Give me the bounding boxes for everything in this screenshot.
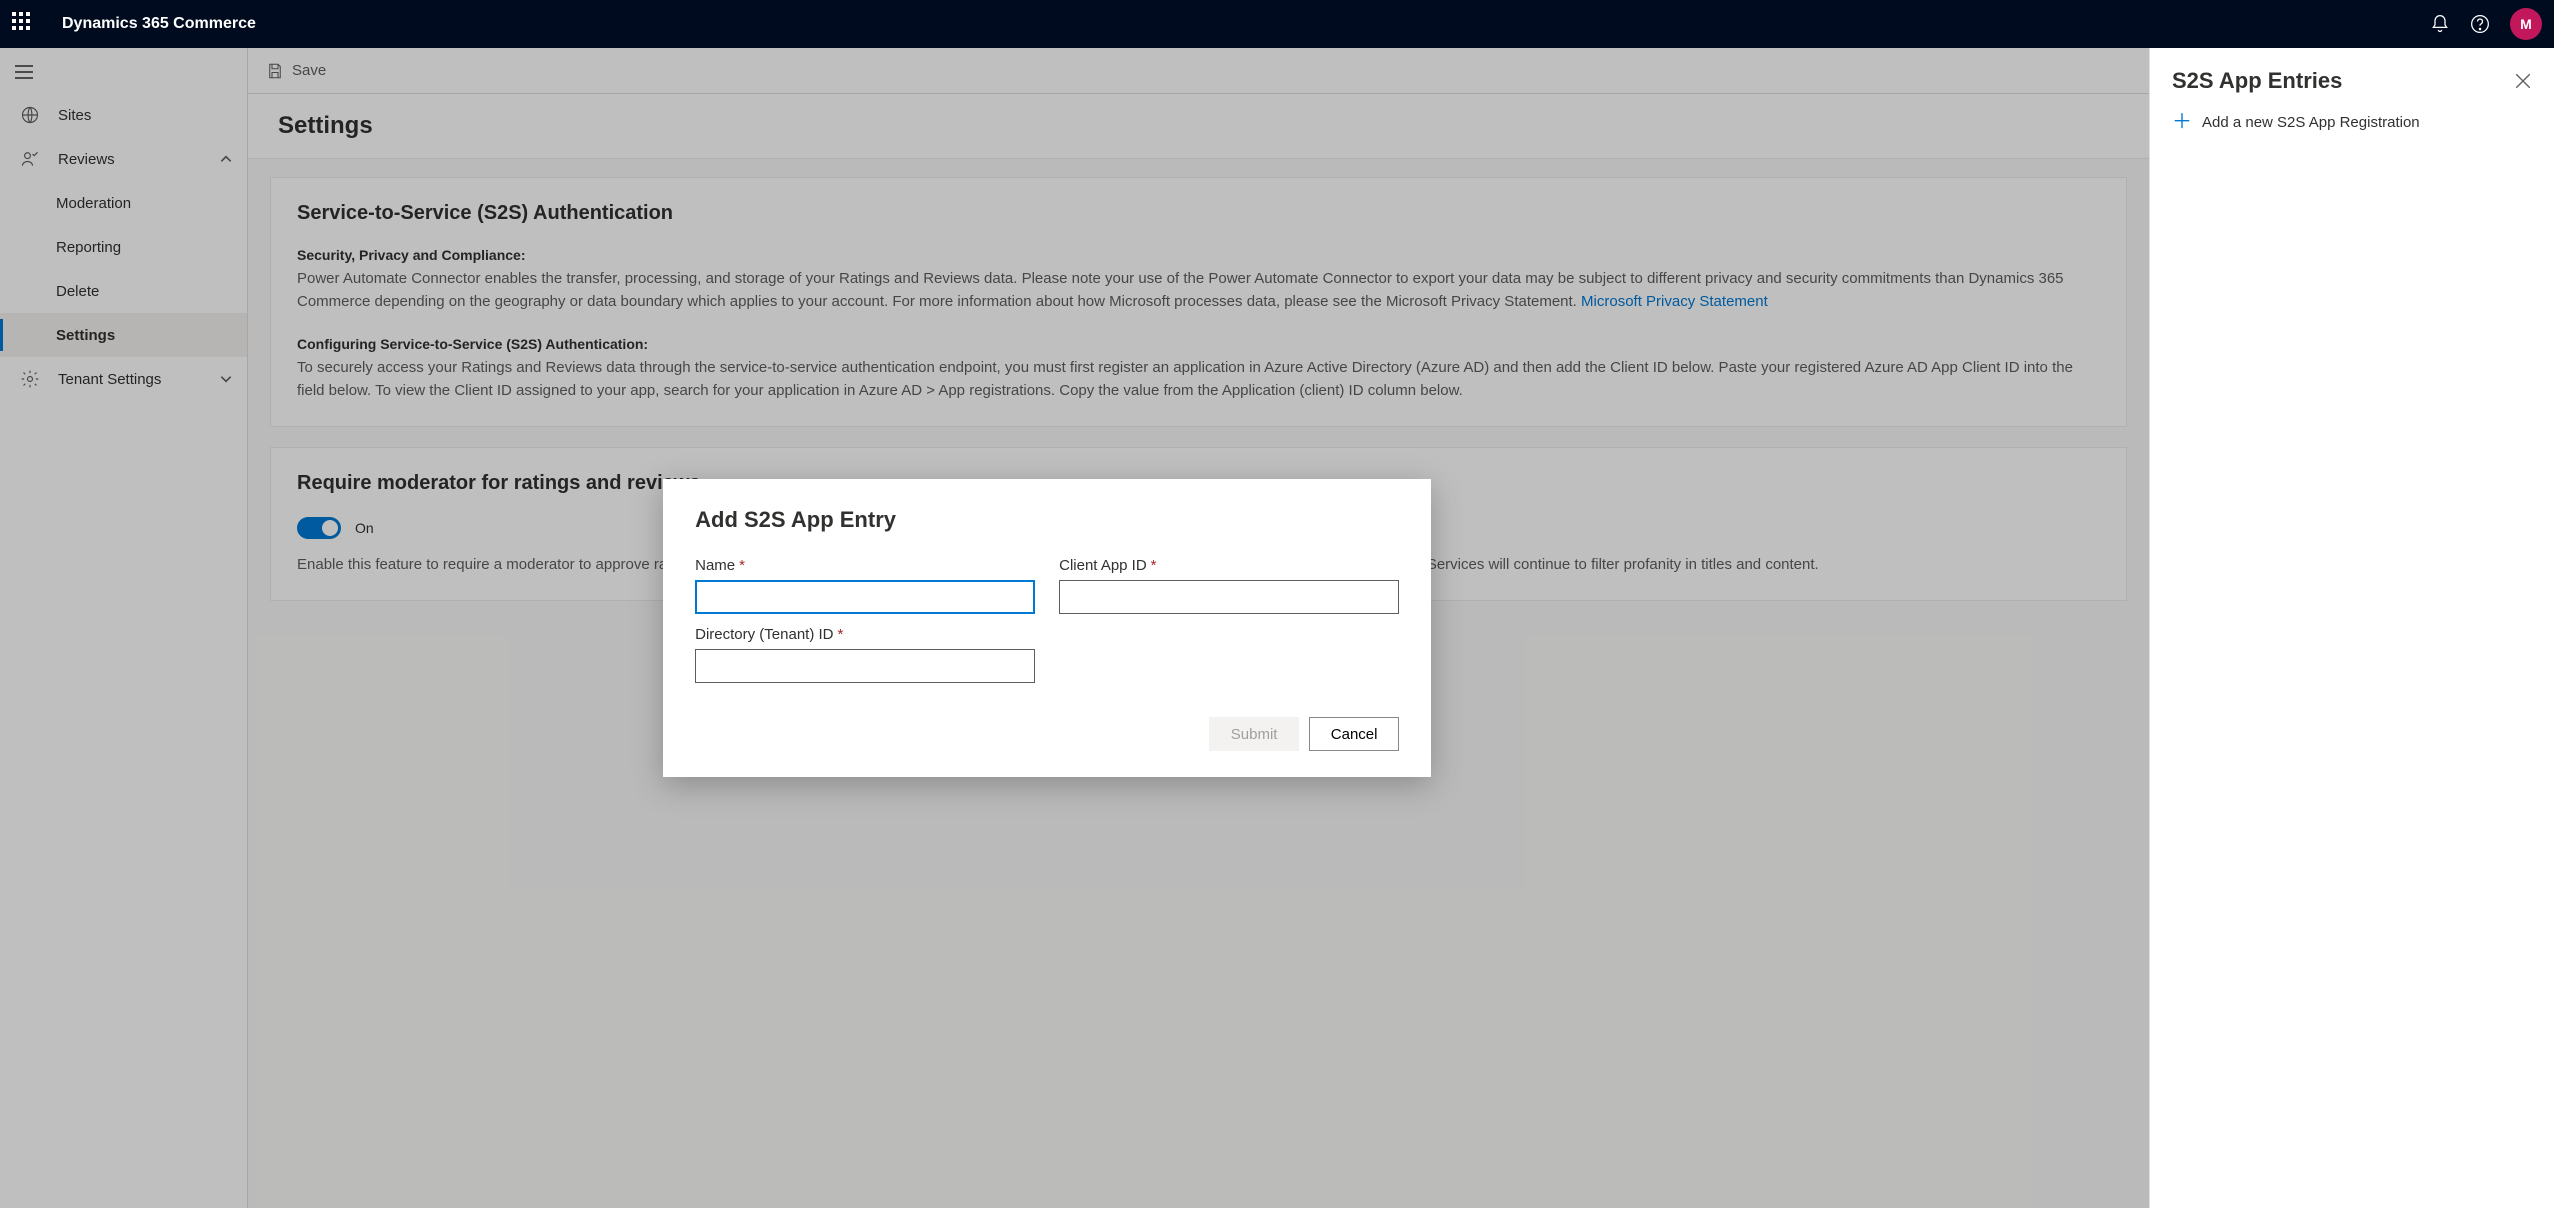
app-launcher-icon[interactable]	[12, 12, 36, 36]
name-label: Name*	[695, 557, 1035, 574]
notifications-icon[interactable]	[2430, 14, 2450, 34]
modal-title: Add S2S App Entry	[695, 507, 1399, 533]
plus-icon: ＋	[2172, 112, 2190, 132]
s2s-entries-panel: S2S App Entries ＋ Add a new S2S App Regi…	[2149, 48, 2554, 1208]
help-icon[interactable]	[2470, 14, 2490, 34]
close-icon[interactable]	[2514, 72, 2532, 90]
tenant-id-label: Directory (Tenant) ID*	[695, 626, 1035, 643]
tenant-id-input[interactable]	[695, 649, 1035, 683]
add-s2s-modal: Add S2S App Entry Name* Client App ID* D…	[663, 479, 1431, 777]
topbar: Dynamics 365 Commerce M	[0, 0, 2554, 48]
shell: Sites Reviews Moderation Reporting Delet…	[0, 48, 2554, 1208]
add-s2s-registration-button[interactable]: ＋ Add a new S2S App Registration	[2172, 112, 2532, 132]
avatar[interactable]: M	[2510, 8, 2542, 40]
name-input[interactable]	[695, 580, 1035, 614]
cancel-button[interactable]: Cancel	[1309, 717, 1399, 751]
flyout-title: S2S App Entries	[2172, 68, 2342, 94]
app-title: Dynamics 365 Commerce	[62, 15, 2430, 33]
submit-button[interactable]: Submit	[1209, 717, 1299, 751]
add-link-label: Add a new S2S App Registration	[2202, 114, 2420, 131]
client-app-id-label: Client App ID*	[1059, 557, 1399, 574]
client-app-id-input[interactable]	[1059, 580, 1399, 614]
